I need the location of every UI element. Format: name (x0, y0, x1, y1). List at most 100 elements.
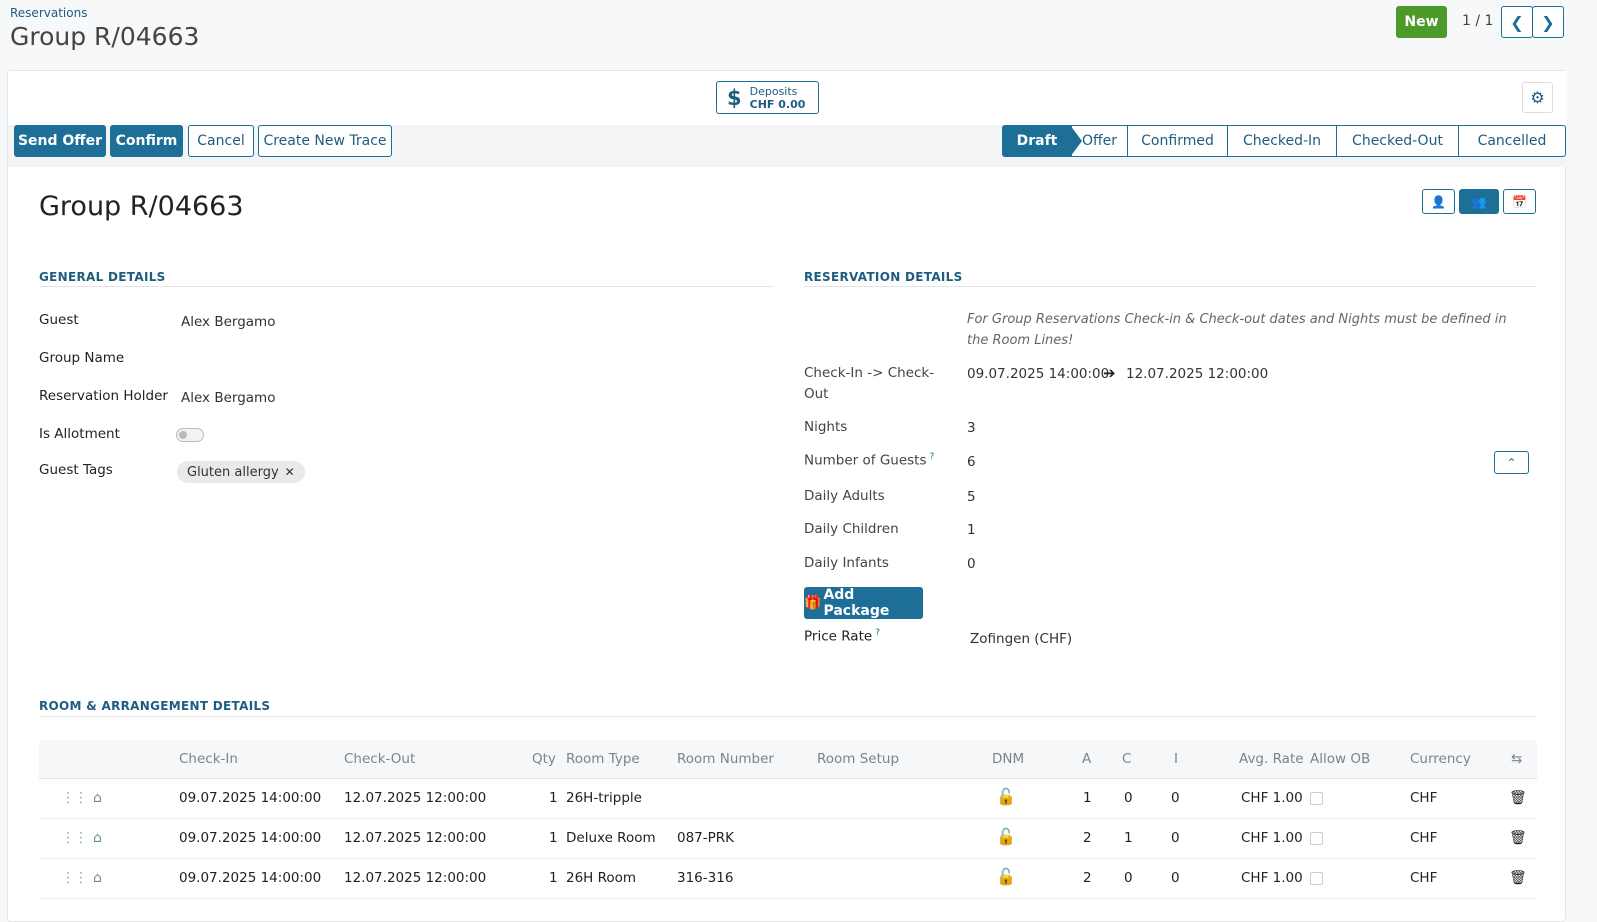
status-arrow (1070, 125, 1082, 157)
row-checkout: 12.07.2025 12:00:00 (344, 790, 487, 806)
cancel-button[interactable]: Cancel (188, 125, 254, 157)
reservation-holder-field[interactable]: Alex Bergamo (181, 390, 275, 406)
form-sheet: $ Deposits CHF 0.00 ⚙ Send Offer Confirm… (7, 70, 1567, 922)
row-currency: CHF (1410, 790, 1438, 806)
dollar-icon: $ (727, 85, 742, 110)
allow-ob-checkbox[interactable] (1310, 832, 1323, 845)
form-title: Group R/04663 (39, 191, 244, 222)
daily-adults-value: 5 (967, 489, 976, 505)
pager-previous-button[interactable]: ❮ (1501, 6, 1533, 38)
row-infants: 0 (1171, 870, 1180, 886)
room-arrangement-title: ROOM & ARRANGEMENT DETAILS (39, 699, 271, 713)
single-view-button[interactable]: 👤 (1422, 189, 1455, 214)
help-icon[interactable]: ? (875, 628, 880, 638)
allow-ob-checkbox[interactable] (1310, 872, 1323, 885)
daily-children-label: Daily Children (804, 521, 899, 537)
col-a[interactable]: A (1082, 751, 1091, 767)
unlock-icon[interactable]: 🔓 (996, 867, 1016, 886)
create-new-trace-button[interactable]: Create New Trace (258, 125, 392, 157)
reservation-details-divider (804, 286, 1537, 287)
chevron-left-icon: ❮ (1510, 12, 1524, 32)
send-offer-button[interactable]: Send Offer (14, 125, 106, 157)
calendar-icon: 📅 (1512, 194, 1527, 209)
col-room-type[interactable]: Room Type (566, 751, 640, 767)
trash-icon[interactable]: 🗑 (1509, 870, 1527, 886)
status-confirmed[interactable]: Confirmed (1127, 125, 1228, 157)
row-avg-rate: CHF 1.00 (1241, 830, 1303, 846)
calendar-view-button[interactable]: 📅 (1503, 189, 1536, 214)
col-room-setup[interactable]: Room Setup (817, 751, 899, 767)
col-i[interactable]: I (1174, 751, 1178, 767)
status-bar: Send Offer Confirm Cancel Create New Tra… (8, 125, 1567, 167)
row-checkin: 09.07.2025 14:00:00 (179, 830, 322, 846)
trash-icon[interactable]: 🗑 (1509, 790, 1527, 806)
unlock-icon[interactable]: 🔓 (996, 787, 1016, 806)
col-c[interactable]: C (1122, 751, 1131, 767)
group-name-label: Group Name (39, 350, 125, 366)
status-cancelled[interactable]: Cancelled (1458, 125, 1566, 157)
is-allotment-toggle[interactable] (176, 428, 204, 442)
drag-handle-icon[interactable]: ⋮⋮ (61, 870, 88, 886)
is-allotment-label: Is Allotment (39, 426, 120, 442)
col-allow-ob[interactable]: Allow OB (1310, 751, 1370, 767)
settings-button[interactable]: ⚙ (1522, 82, 1553, 113)
new-button[interactable]: New (1396, 6, 1447, 38)
guest-field[interactable]: Alex Bergamo (181, 314, 275, 330)
reservation-holder-label: Reservation Holder (39, 388, 168, 404)
row-avg-rate: CHF 1.00 (1241, 870, 1303, 886)
row-checkin: 09.07.2025 14:00:00 (179, 870, 322, 886)
house-icon: ⌂ (93, 870, 102, 886)
checkin-checkout-label: Check-In -> Check-Out (804, 365, 935, 402)
room-arrangement-divider (39, 716, 1537, 717)
table-row[interactable]: ⋮⋮ ⌂ 09.07.2025 14:00:00 12.07.2025 12:0… (39, 779, 1537, 819)
status-draft[interactable]: Draft (1002, 125, 1072, 157)
status-checked-out[interactable]: Checked-Out (1336, 125, 1459, 157)
col-currency[interactable]: Currency (1410, 751, 1471, 767)
col-dnm[interactable]: DNM (992, 751, 1024, 767)
row-children: 0 (1124, 790, 1133, 806)
status-checked-in[interactable]: Checked-In (1227, 125, 1337, 157)
row-currency: CHF (1410, 870, 1438, 886)
number-of-guests-value: 6 (967, 454, 976, 470)
collapse-guests-button[interactable]: ⌃ (1494, 451, 1529, 474)
row-infants: 0 (1171, 830, 1180, 846)
group-name-field[interactable] (181, 347, 761, 369)
row-checkin: 09.07.2025 14:00:00 (179, 790, 322, 806)
trash-icon[interactable]: 🗑 (1509, 830, 1527, 846)
row-avg-rate: CHF 1.00 (1241, 790, 1303, 806)
col-avg-rate[interactable]: Avg. Rate (1239, 751, 1304, 767)
confirm-button[interactable]: Confirm (110, 125, 183, 157)
col-qty[interactable]: Qty (532, 751, 556, 767)
checkout-date-field[interactable]: 12.07.2025 12:00:00 (1126, 366, 1268, 382)
col-checkin[interactable]: Check-In (179, 751, 238, 767)
unlock-icon[interactable]: 🔓 (996, 827, 1016, 846)
allow-ob-checkbox[interactable] (1310, 792, 1323, 805)
table-row[interactable]: ⋮⋮ ⌂ 09.07.2025 14:00:00 12.07.2025 12:0… (39, 859, 1537, 899)
group-view-button[interactable]: 👥 (1459, 189, 1499, 214)
pager-next-button[interactable]: ❯ (1532, 6, 1564, 38)
gear-icon: ⚙ (1530, 88, 1545, 107)
row-room-type: Deluxe Room (566, 830, 656, 846)
help-icon[interactable]: ? (930, 452, 935, 462)
column-settings-icon[interactable]: ⇆ (1511, 751, 1522, 767)
nights-label: Nights (804, 419, 848, 435)
remove-tag-icon[interactable]: ✕ (285, 465, 295, 479)
group-dates-note: For Group Reservations Check-in & Check-… (967, 312, 1507, 348)
price-rate-field[interactable]: Zofingen (CHF) (970, 631, 1072, 647)
house-icon: ⌂ (93, 790, 102, 806)
row-checkout: 12.07.2025 12:00:00 (344, 830, 487, 846)
reservation-details-title: RESERVATION DETAILS (804, 270, 963, 284)
row-qty: 1 (549, 830, 558, 846)
table-row[interactable]: ⋮⋮ ⌂ 09.07.2025 14:00:00 12.07.2025 12:0… (39, 819, 1537, 859)
breadcrumb-reservations[interactable]: Reservations (10, 6, 87, 20)
house-icon: ⌂ (93, 830, 102, 846)
checkin-date-field[interactable]: 09.07.2025 14:00:00 (967, 366, 1109, 382)
col-checkout[interactable]: Check-Out (344, 751, 415, 767)
add-package-button[interactable]: 🎁 Add Package (804, 587, 923, 619)
drag-handle-icon[interactable]: ⋮⋮ (61, 830, 88, 846)
deposits-smart-button[interactable]: $ Deposits CHF 0.00 (716, 81, 819, 114)
drag-handle-icon[interactable]: ⋮⋮ (61, 790, 88, 806)
col-room-number[interactable]: Room Number (677, 751, 774, 767)
gift-icon: 🎁 (804, 595, 822, 611)
row-checkout: 12.07.2025 12:00:00 (344, 870, 487, 886)
